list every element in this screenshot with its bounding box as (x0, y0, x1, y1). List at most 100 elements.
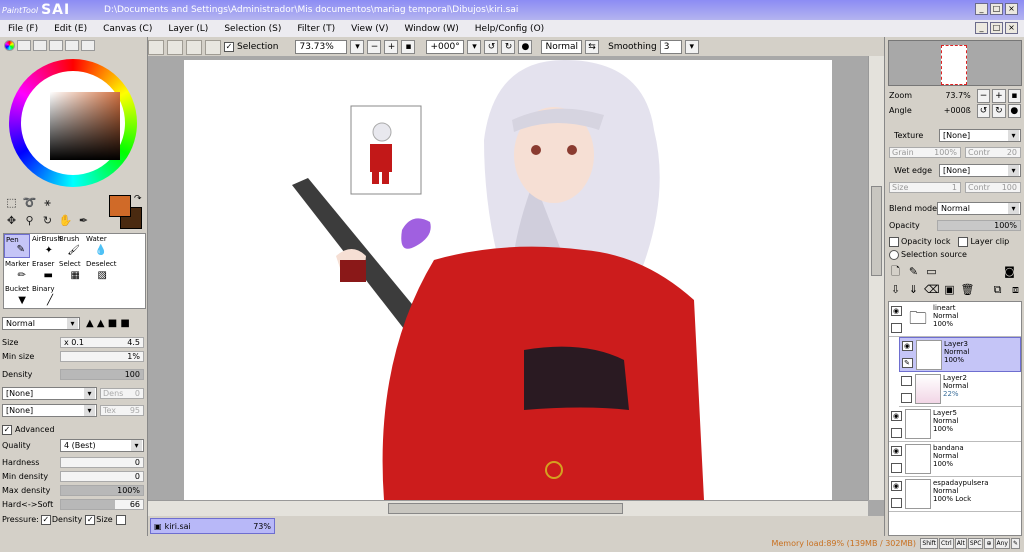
brush-brush[interactable]: Brush 🖌 (58, 234, 84, 258)
apply-mask-icon[interactable]: ▣ (942, 283, 957, 297)
scratchpad-tab[interactable] (65, 40, 79, 51)
target-icon[interactable]: ⊕ (984, 538, 994, 549)
nav-zoom-reset-button[interactable]: ▪ (1007, 88, 1021, 103)
pressure-blend-checkbox[interactable] (115, 514, 126, 525)
layer-row-layer5[interactable]: ◉ Layer5 Normal 100% (889, 407, 1021, 442)
pressure-density-checkbox[interactable]: ✓ (40, 514, 51, 525)
quality-dropdown[interactable]: 4 (Best) (60, 439, 144, 452)
rotation-reset-button[interactable]: ● (518, 40, 533, 54)
deselect-button[interactable] (186, 39, 202, 55)
mask-icon[interactable]: ◙ (1002, 265, 1017, 279)
brush-water[interactable]: Water 💧 (85, 234, 111, 258)
selection-checkbox[interactable]: ✓ (224, 42, 234, 52)
texture-dropdown[interactable]: [None] (939, 129, 1021, 142)
mixer-tab[interactable] (81, 40, 95, 51)
invert-selection-button[interactable] (205, 39, 221, 55)
saturation-value-square[interactable] (50, 92, 120, 160)
navigator-viewport[interactable] (941, 45, 967, 85)
brush-bucket[interactable]: Bucket ▼ (4, 284, 30, 308)
wet-contr-slider[interactable]: Contr 100 (965, 182, 1021, 193)
rect-select-icon[interactable]: ⬚ (4, 195, 19, 210)
merge-down-icon[interactable]: ⇩ (888, 283, 903, 297)
nav-rotate-right-button[interactable]: ↻ (992, 103, 1006, 118)
new-linework-icon[interactable]: ✎ (906, 265, 921, 279)
space-key[interactable]: SPC (967, 538, 984, 549)
doc-close-button[interactable]: × (1005, 22, 1018, 34)
density-slider[interactable]: 100 (60, 369, 144, 380)
smoothing-input[interactable]: 3 (659, 40, 682, 54)
brush-tex-slider[interactable]: Tex 95 (100, 405, 144, 416)
canvas-vertical-scrollbar[interactable] (868, 56, 884, 500)
flip-button[interactable]: ⇆ (585, 40, 600, 54)
layer-pen-slot[interactable] (890, 497, 902, 508)
flatten-icon[interactable]: ⧈ (1008, 283, 1023, 297)
swap-colors-icon[interactable]: ↷ (134, 194, 142, 204)
paper-texture-dropdown[interactable]: [None] (2, 387, 97, 400)
zoom-out-button[interactable]: − (367, 40, 382, 54)
magic-wand-icon[interactable]: ⚹ (40, 195, 55, 210)
zoom-icon[interactable]: ⚲ (22, 213, 37, 228)
layer-row-layer3[interactable]: ◉ ✎ Layer3 Normal 100% (899, 337, 1021, 372)
lasso-icon[interactable]: ➰ (22, 195, 37, 210)
menu-selection[interactable]: Selection (S) (216, 24, 289, 34)
paper-dens-slider[interactable]: Dens 0 (100, 388, 144, 399)
menu-edit[interactable]: Edit (E) (46, 24, 95, 34)
nav-rotate-left-button[interactable]: ↺ (976, 103, 991, 118)
wet-edge-dropdown[interactable]: [None] (939, 164, 1021, 177)
swatches-tab[interactable] (49, 40, 63, 51)
canvas-horizontal-scrollbar[interactable] (148, 500, 868, 516)
new-layer-icon[interactable]: 🗋 (888, 265, 903, 279)
doc-restore-button[interactable]: □ (990, 22, 1003, 34)
brush-binary[interactable]: Binary ╱ (31, 284, 57, 308)
opacity-lock-checkbox[interactable] (889, 236, 899, 247)
brush-empty-1[interactable] (112, 234, 138, 258)
layer-pen-slot[interactable] (890, 427, 902, 438)
zoom-reset-button[interactable]: ▪ (401, 40, 416, 54)
minimize-button[interactable]: _ (975, 3, 988, 15)
rotation-dropdown-button[interactable]: ▾ (467, 40, 482, 54)
doc-minimize-button[interactable]: _ (975, 22, 988, 34)
layer-active-pen-icon[interactable]: ✎ (901, 357, 913, 368)
grain-slider[interactable]: Grain 100% (889, 147, 961, 158)
layer-clip-checkbox[interactable] (958, 236, 969, 247)
nav-zoom-value[interactable]: 73.7% (933, 91, 970, 100)
layer-row-bandana[interactable]: ◉ bandana Normal 100% (889, 442, 1021, 477)
new-folder-icon[interactable]: ▭ (924, 265, 939, 279)
brush-pen[interactable]: Pen ✎ (4, 234, 30, 258)
delete-layer-icon[interactable]: 🗑 (960, 283, 975, 297)
pressure-size-checkbox[interactable]: ✓ (85, 514, 96, 525)
max-density-slider[interactable]: 100% (60, 485, 144, 496)
redo-button[interactable] (167, 39, 183, 55)
layer-row-espadaypulsera[interactable]: ◉ espadaypulsera Normal 100% Lock (889, 477, 1021, 512)
layer-visibility-eye-icon[interactable]: ◉ (890, 410, 902, 421)
any-key[interactable]: Any (994, 538, 1010, 549)
brush-marker[interactable]: Marker ✏ (4, 259, 30, 283)
blend-mode-dropdown[interactable]: Normal (937, 202, 1021, 215)
layer-pen-slot[interactable] (890, 322, 902, 333)
smoothing-dropdown-button[interactable]: ▾ (684, 40, 699, 54)
alt-key[interactable]: Alt (954, 538, 967, 549)
color-wheel[interactable] (9, 59, 137, 187)
primary-color-swatch[interactable] (109, 195, 131, 217)
zoom-dropdown-button[interactable]: ▾ (350, 40, 365, 54)
brush-deselect[interactable]: Deselect ▧ (85, 259, 117, 283)
layer-visibility-eye-icon[interactable]: ◉ (901, 341, 913, 352)
min-density-slider[interactable]: 0 (60, 471, 144, 482)
hardness-slider[interactable]: 0 (60, 457, 144, 468)
brush-shape-icons[interactable]: ▲ ▲ ■ ■ (86, 318, 130, 329)
nav-rotate-reset-button[interactable]: ● (1007, 103, 1021, 118)
view-mode-box[interactable]: Normal (541, 40, 583, 54)
zoom-input[interactable]: 73.73% (295, 40, 348, 54)
layer-visibility-eye-icon[interactable]: ◉ (890, 445, 902, 456)
brush-empty-5[interactable] (112, 284, 138, 308)
hsv-slider-tab[interactable] (33, 40, 47, 51)
layer-pen-slot[interactable] (890, 462, 902, 473)
navigator[interactable] (888, 40, 1022, 86)
rotate-right-button[interactable]: ↻ (501, 40, 516, 54)
layer-visibility-eye-icon[interactable]: ◉ (890, 305, 902, 316)
nav-angle-value[interactable]: +000ß (933, 106, 971, 115)
clear-layer-icon[interactable]: ⌫ (924, 283, 940, 297)
rotate-icon[interactable]: ↻ (40, 213, 55, 228)
advanced-checkbox[interactable]: ✓ (2, 424, 12, 435)
maximize-button[interactable]: □ (990, 3, 1003, 15)
